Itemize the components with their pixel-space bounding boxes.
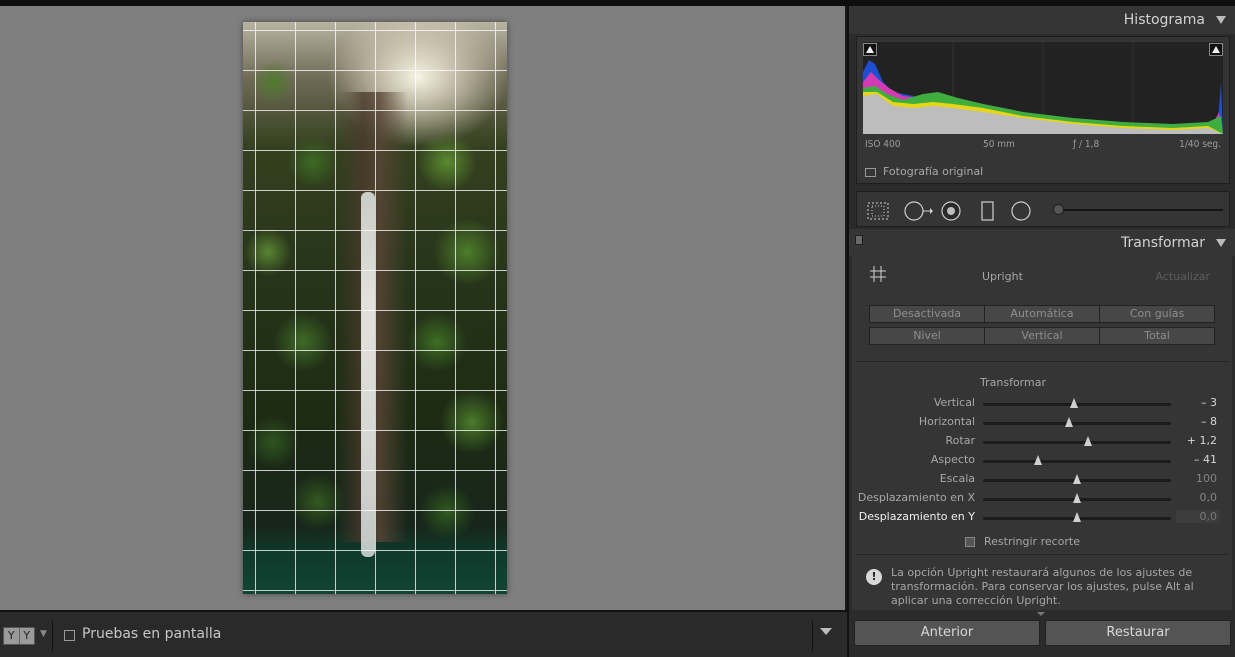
original-photo-checkbox[interactable] [865,168,876,177]
panel-switch-icon[interactable] [855,235,863,245]
slider-value[interactable]: – 3 [1201,396,1217,409]
upright-guided-button[interactable]: Con guías [1100,306,1214,322]
slider-value[interactable]: 0,0 [1200,491,1218,504]
red-eye-icon[interactable] [939,201,963,221]
aperture-readout: ƒ / 1,8 [1073,139,1100,150]
slider-value-field[interactable]: 0,0 [1176,510,1220,523]
histogram-title: Histograma [1123,12,1205,28]
upright-vertical-button[interactable]: Vertical [985,328,1100,344]
focal-length-readout: 50 mm [983,139,1015,150]
soft-proof-checkbox[interactable] [64,630,75,641]
upright-auto-button[interactable]: Automática [985,306,1100,322]
panel-resize-grip[interactable] [1037,612,1045,616]
slider-knob[interactable] [1073,493,1081,503]
view-mode-dropdown-icon[interactable]: ▼ [40,629,47,639]
transform-header[interactable]: Transformar [849,229,1235,256]
highlight-clipping-button[interactable] [1209,43,1223,56]
upright-off-button[interactable]: Desactivada [870,306,985,322]
constrain-crop-label[interactable]: Restringir recorte [984,535,1080,548]
slider-knob[interactable] [1073,474,1081,484]
original-photo-label[interactable]: Fotografía original [883,165,983,178]
upright-label: Upright [982,270,1023,283]
guided-upright-crosshair-icon[interactable] [870,266,886,282]
upright-full-button[interactable]: Total [1100,328,1214,344]
previous-button[interactable]: Anterior [854,620,1040,646]
transform-panel: Upright Actualizar Desactivada Automátic… [852,256,1232,610]
toolbar-divider [812,620,813,652]
slider-knob[interactable] [1084,436,1093,446]
crop-overlay-icon[interactable] [866,201,890,221]
update-button[interactable]: Actualizar [1155,270,1210,283]
toolbar-content-menu-icon[interactable] [820,628,832,635]
soft-proof-label[interactable]: Pruebas en pantalla [82,626,221,642]
slider-value[interactable]: 100 [1196,472,1217,485]
slider-track[interactable] [983,422,1171,425]
slider-value[interactable]: – 8 [1201,415,1217,428]
graduated-filter-icon[interactable] [980,201,996,221]
waterfall-photo[interactable] [243,22,507,594]
histogram-header[interactable]: Histograma [849,6,1235,34]
transform-grid-overlay [243,22,507,594]
shadow-clipping-button[interactable] [863,43,877,56]
brush-slider-knob[interactable] [1053,204,1064,215]
slider-track[interactable] [983,460,1171,463]
slider-knob[interactable] [1065,417,1074,427]
slider-track[interactable] [983,441,1171,444]
transform-sliders-title: Transformar [980,376,1046,389]
upright-modes-row-2: Nivel Vertical Total [869,327,1215,345]
before-after-view-button[interactable]: Y Y [3,627,35,645]
bottom-toolbar: Y Y ▼ Pruebas en pantalla [0,610,847,657]
slider-offset-x[interactable]: Desplazamiento en X 0,0 [852,490,1232,508]
develop-right-panel: Histograma ISO 400 50 mm ƒ / 1,8 1/40 se… [847,6,1235,657]
collapse-triangle-icon[interactable] [1216,16,1226,24]
iso-readout: ISO 400 [865,139,901,150]
transform-title: Transformar [1121,235,1205,251]
slider-offset-y[interactable]: Desplazamiento en Y 0,0 [852,509,1232,527]
slider-rotate[interactable]: Rotar + 1,2 [852,433,1232,451]
histogram-panel: ISO 400 50 mm ƒ / 1,8 1/40 seg. Fotograf… [856,36,1230,184]
image-canvas[interactable] [0,6,845,610]
upright-warning-text: La opción Upright restaurará algunos de … [891,566,1194,607]
spot-removal-icon[interactable] [903,201,933,221]
upright-level-button[interactable]: Nivel [870,328,985,344]
slider-value[interactable]: – 41 [1194,453,1217,466]
section-divider [856,554,1228,555]
constrain-crop-checkbox[interactable] [965,537,975,547]
slider-knob[interactable] [1070,398,1079,408]
radial-filter-icon[interactable] [1009,201,1033,221]
toolbar-divider [52,620,53,652]
slider-value[interactable]: + 1,2 [1187,434,1217,447]
slider-vertical[interactable]: Vertical – 3 [852,395,1232,413]
slider-aspect[interactable]: Aspecto – 41 [852,452,1232,470]
upright-modes-row-1: Desactivada Automática Con guías [869,305,1215,323]
tool-strip [856,191,1230,227]
reset-button[interactable]: Restaurar [1045,620,1231,646]
slider-scale[interactable]: Escala 100 [852,471,1232,489]
collapse-triangle-icon[interactable] [1216,239,1226,247]
section-divider [856,361,1228,362]
histogram-graph[interactable] [863,42,1223,134]
slider-horizontal[interactable]: Horizontal – 8 [852,414,1232,432]
slider-knob[interactable] [1034,455,1043,465]
warning-icon: ! [866,569,882,585]
slider-knob[interactable] [1073,512,1081,522]
shutter-readout: 1/40 seg. [1179,139,1221,150]
brush-slider-track[interactable] [1055,209,1223,211]
